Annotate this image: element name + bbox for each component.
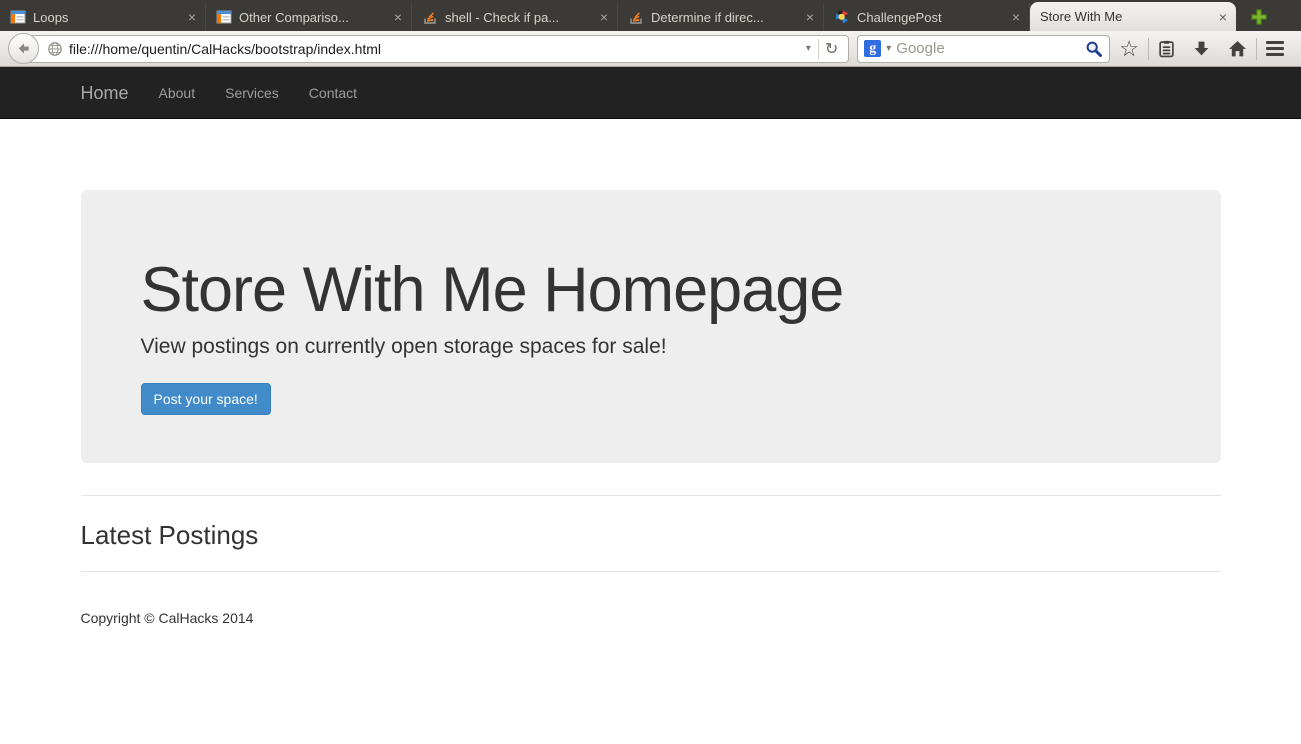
tab-shell-check[interactable]: shell - Check if pa... × [412, 3, 618, 31]
back-arrow-icon [18, 43, 29, 54]
url-bar[interactable]: ▾ ↻ [24, 34, 850, 63]
stackoverflow-icon [424, 12, 436, 24]
divider [80, 495, 1221, 497]
tab-close-icon[interactable]: × [598, 10, 610, 24]
tab-close-icon[interactable]: × [804, 10, 816, 24]
tab-close-icon[interactable]: × [392, 10, 404, 24]
tab-title: Loops [33, 9, 69, 25]
tab-title: shell - Check if pa... [445, 9, 560, 25]
webpage-icon [10, 10, 26, 24]
url-input[interactable] [69, 40, 799, 57]
tab-loops[interactable]: Loops × [0, 3, 206, 31]
tab-title: Other Compariso... [239, 9, 349, 25]
tab-determine-if[interactable]: Determine if direc... × [618, 3, 824, 31]
menu-button[interactable] [1257, 34, 1293, 64]
search-bar[interactable]: g ▾ [857, 34, 1111, 63]
google-search-engine-icon[interactable]: g [864, 40, 882, 57]
search-engine-dropdown-icon[interactable]: ▾ [881, 43, 896, 54]
url-dropdown-icon[interactable]: ▾ [799, 43, 818, 54]
globe-icon [48, 41, 62, 56]
tab-title: Store With Me [1040, 9, 1123, 24]
divider [80, 571, 1221, 573]
star-icon: ☆ [1119, 35, 1139, 61]
post-your-space-button[interactable]: Post your space! [140, 383, 271, 416]
webpage-icon [216, 10, 232, 24]
tab-close-icon[interactable]: × [1217, 10, 1229, 24]
tab-close-icon[interactable]: × [186, 10, 198, 24]
tab-challengepost[interactable]: ChallengePost × [824, 3, 1030, 31]
nav-link-contact[interactable]: Contact [294, 67, 372, 119]
download-arrow-icon [1194, 41, 1209, 55]
page-title: Store With Me Homepage [140, 255, 845, 325]
copyright-text: Copyright © CalHacks 2014 [80, 610, 254, 627]
bookmarks-menu-button[interactable] [1149, 34, 1184, 64]
tab-title: Determine if direc... [651, 9, 764, 25]
page-subtitle: View postings on currently open storage … [140, 335, 667, 359]
tab-bar: Loops × Other Compariso... × shell - Che… [0, 0, 1301, 31]
bookmark-star-button[interactable]: ☆ [1110, 34, 1148, 64]
stackoverflow-icon [630, 12, 642, 24]
navigation-toolbar: ▾ ↻ g ▾ ☆ [0, 31, 1301, 67]
search-input[interactable] [896, 40, 1086, 57]
challengepost-icon [835, 10, 849, 24]
home-icon [1229, 40, 1246, 56]
tab-close-icon[interactable]: × [1010, 10, 1022, 24]
navbar-brand-home[interactable]: Home [81, 67, 144, 119]
reload-icon[interactable]: ↻ [817, 38, 844, 59]
plus-icon [1251, 9, 1267, 25]
tab-title: ChallengePost [857, 9, 942, 25]
tab-other-comparison[interactable]: Other Compariso... × [206, 3, 412, 31]
latest-postings-heading: Latest Postings [80, 520, 259, 551]
back-button[interactable] [8, 33, 39, 64]
tab-store-with-me-active[interactable]: Store With Me × [1030, 2, 1236, 31]
search-icon[interactable] [1085, 40, 1103, 58]
site-navbar: Home About Services Contact [0, 67, 1301, 119]
nav-link-services[interactable]: Services [210, 67, 294, 119]
clipboard-icon [1159, 40, 1174, 57]
jumbotron: Store With Me Homepage View postings on … [80, 190, 1221, 464]
nav-link-about[interactable]: About [144, 67, 211, 119]
browser-window: Loops × Other Compariso... × shell - Che… [0, 0, 1301, 744]
page-viewport: Home About Services Contact Store With M… [0, 67, 1301, 744]
home-button[interactable] [1219, 34, 1256, 64]
hamburger-icon [1266, 41, 1284, 56]
new-tab-button[interactable] [1246, 7, 1272, 27]
downloads-button[interactable] [1184, 34, 1219, 64]
